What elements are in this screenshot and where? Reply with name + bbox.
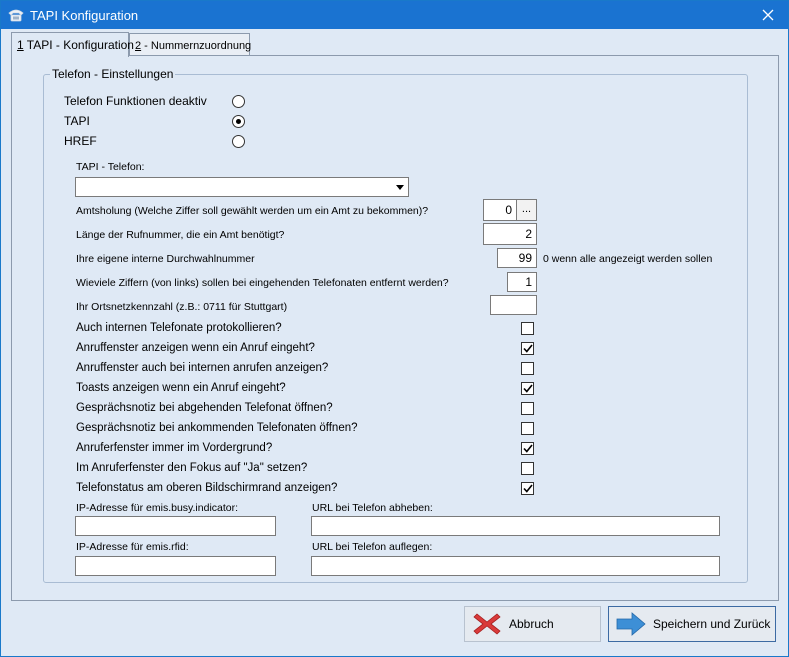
- red-x-icon: [473, 613, 501, 635]
- rufnummer-length-label: Länge der Rufnummer, die ein Amt benötig…: [76, 229, 285, 241]
- amtsholung-value: 0: [505, 203, 512, 217]
- url-auflegen-label: URL bei Telefon auflegen:: [312, 541, 433, 553]
- tab-nummernzuordnung[interactable]: 2 - Nummernzuordnung: [129, 33, 252, 56]
- amtsholung-label: Amtsholung (Welche Ziffer soll gewählt w…: [76, 205, 429, 217]
- rufnummer-length-input[interactable]: 2: [483, 223, 537, 245]
- checkbox-label-telefonstatus: Telefonstatus am oberen Bildschirmrand a…: [76, 482, 338, 494]
- checkbox-label-toasts: Toasts anzeigen wenn ein Anruf eingeht?: [76, 382, 286, 394]
- tab-tapi-konfiguration[interactable]: 1 TAPI - Konfiguration: [11, 32, 134, 57]
- tab-shortcut-key: 1: [17, 38, 24, 52]
- url-auflegen-input[interactable]: [311, 556, 720, 576]
- tapi-phone-label: TAPI - Telefon:: [76, 161, 145, 173]
- checkbox-toasts[interactable]: [521, 382, 534, 395]
- ip-busy-label: IP-Adresse für emis.busy.indicator:: [76, 502, 239, 514]
- checkbox-telefonstatus[interactable]: [521, 482, 534, 495]
- ip-rfid-input[interactable]: [75, 556, 276, 576]
- checkbox-notiz-abgehend[interactable]: [521, 402, 534, 415]
- radio-tapi[interactable]: [232, 115, 245, 128]
- url-abheben-input[interactable]: [311, 516, 720, 536]
- ziffern-input[interactable]: 1: [507, 272, 537, 292]
- checkbox-anruffenster[interactable]: [521, 342, 534, 355]
- checkmark-icon: [522, 444, 533, 453]
- checkbox-interne-anrufe[interactable]: [521, 362, 534, 375]
- radio-telefon-deaktiv[interactable]: [232, 95, 245, 108]
- amtsholung-input[interactable]: 0 ...: [483, 199, 537, 221]
- durchwahl-label: Ihre eigene interne Durchwahlnummer: [76, 253, 255, 265]
- checkbox-vordergrund[interactable]: [521, 442, 534, 455]
- tapi-config-window: TAPI Konfiguration 1 TAPI - Konfiguratio…: [0, 0, 789, 657]
- checkbox-label-interne-anrufe: Anruffenster auch bei internen anrufen a…: [76, 362, 329, 374]
- durchwahl-hint: 0 wenn alle angezeigt werden sollen: [543, 253, 713, 265]
- blue-arrow-icon: [616, 612, 646, 636]
- close-button[interactable]: [748, 1, 788, 29]
- ortsnetz-input[interactable]: [490, 295, 537, 315]
- checkbox-label-notiz-abgehend: Gesprächsnotiz bei abgehenden Telefonat …: [76, 402, 333, 414]
- durchwahl-input[interactable]: 99: [497, 248, 537, 268]
- checkbox-notiz-ankommend[interactable]: [521, 422, 534, 435]
- tab-panel: Telefon - Einstellungen Telefon Funktion…: [11, 55, 779, 601]
- close-icon: [762, 9, 774, 21]
- titlebar: TAPI Konfiguration: [1, 1, 788, 29]
- amtsholung-browse-button[interactable]: ...: [516, 200, 536, 220]
- telephone-icon: [8, 9, 24, 22]
- checkbox-label-anruffenster: Anruffenster anzeigen wenn ein Anruf ein…: [76, 342, 315, 354]
- radio-label-tapi: TAPI: [64, 114, 90, 128]
- checkmark-icon: [522, 344, 533, 353]
- chevron-down-icon[interactable]: [392, 178, 408, 196]
- ip-busy-input[interactable]: [75, 516, 276, 536]
- cancel-button-label: Abbruch: [509, 617, 554, 631]
- checkmark-icon: [522, 384, 533, 393]
- checkbox-label-fokus-ja: Im Anruferfenster den Fokus auf "Ja" set…: [76, 462, 308, 474]
- checkmark-icon: [522, 484, 533, 493]
- tab-label: - Nummernzuordnung: [141, 40, 252, 52]
- radio-label-href: HREF: [64, 134, 97, 148]
- tab-label: TAPI - Konfiguration: [23, 38, 134, 52]
- checkbox-label-notiz-ankommend: Gesprächsnotiz bei ankommenden Telefonat…: [76, 422, 358, 434]
- ip-rfid-label: IP-Adresse für emis.rfid:: [76, 541, 189, 553]
- window-title: TAPI Konfiguration: [30, 8, 139, 23]
- save-and-return-button[interactable]: Speichern und Zurück: [608, 606, 776, 642]
- tapi-phone-select[interactable]: [75, 177, 409, 197]
- save-button-label: Speichern und Zurück: [653, 617, 771, 631]
- cancel-button[interactable]: Abbruch: [464, 606, 601, 642]
- url-abheben-label: URL bei Telefon abheben:: [312, 502, 433, 514]
- checkbox-label-interne-protokollieren: Auch internen Telefonate protokollieren?: [76, 322, 282, 334]
- radio-label-deaktiv: Telefon Funktionen deaktiv: [64, 94, 207, 108]
- radio-href[interactable]: [232, 135, 245, 148]
- ziffern-label: Wieviele Ziffern (von links) sollen bei …: [76, 277, 449, 289]
- group-legend: Telefon - Einstellungen: [50, 67, 176, 81]
- telefon-einstellungen-group: Telefon - Einstellungen Telefon Funktion…: [43, 67, 748, 583]
- checkbox-label-vordergrund: Anruferfenster immer im Vordergrund?: [76, 442, 273, 454]
- checkbox-interne-protokollieren[interactable]: [521, 322, 534, 335]
- ortsnetz-label: Ihr Ortsnetzkennzahl (z.B.: 0711 für Stu…: [76, 301, 288, 313]
- checkbox-fokus-ja[interactable]: [521, 462, 534, 475]
